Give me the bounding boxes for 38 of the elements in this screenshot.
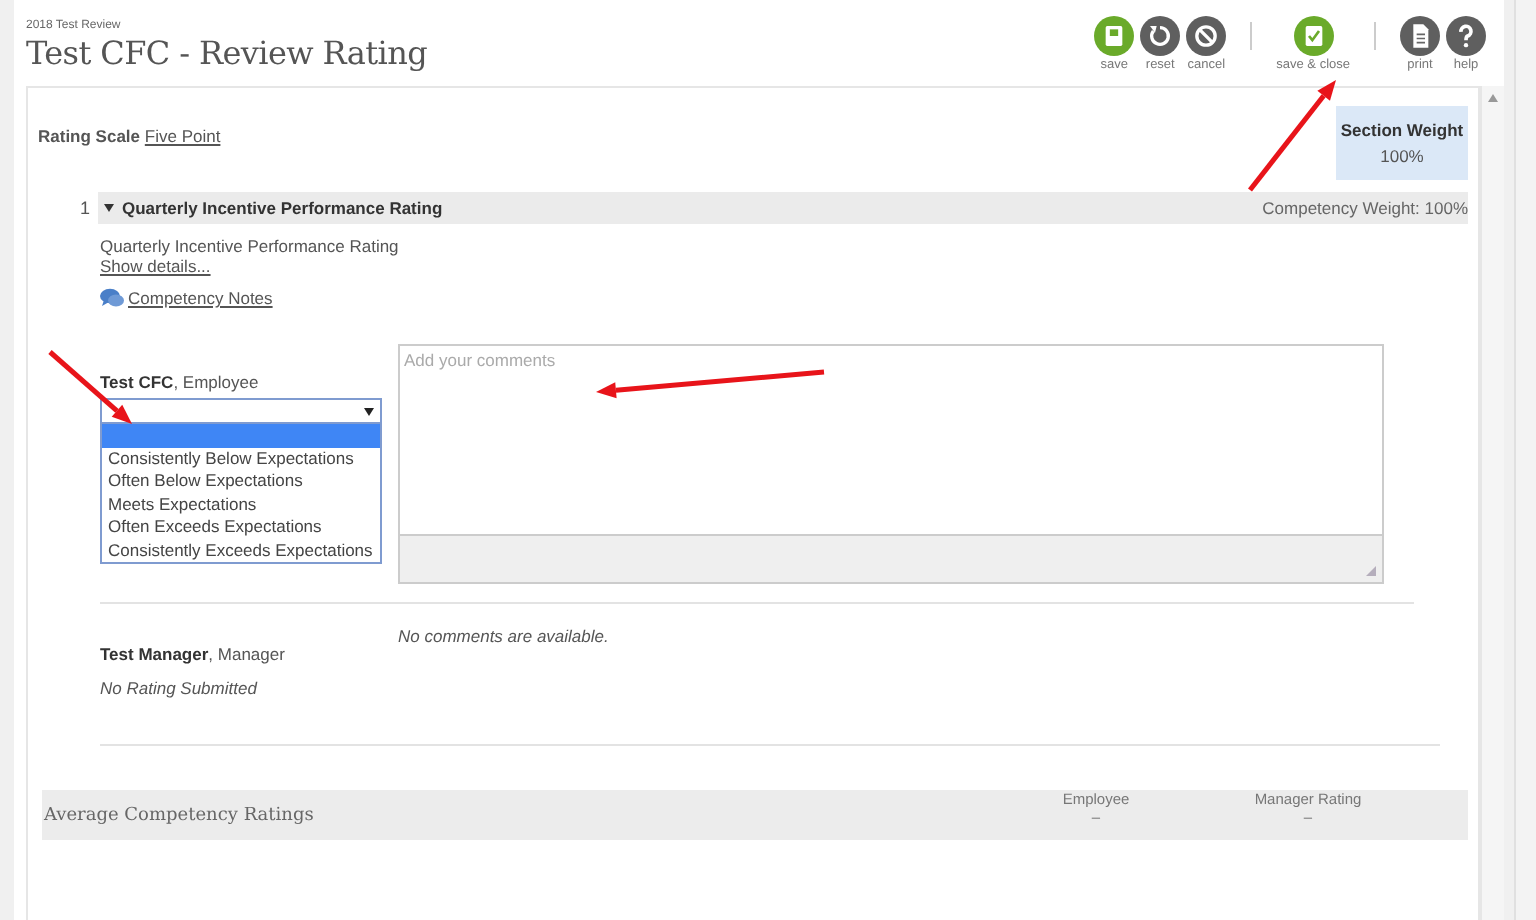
section-weight-label: Section Weight (1340, 120, 1464, 140)
page-title: Test CFC - Review Rating (26, 34, 428, 72)
dropdown-option[interactable]: Consistently Exceeds Expectations (102, 539, 380, 562)
employee-role: , Employee (173, 372, 259, 392)
scroll-up-icon[interactable] (1488, 94, 1498, 102)
rating-scale-link[interactable]: Five Point (144, 126, 221, 146)
manager-role: , Manager (208, 644, 285, 664)
annotation-arrow (48, 350, 132, 424)
chat-bubbles-icon (100, 288, 124, 308)
dropdown-option[interactable]: Meets Expectations (102, 493, 380, 516)
dropdown-option[interactable]: Consistently Below Expectations (102, 447, 380, 470)
employee-name: Test CFC (100, 372, 174, 392)
rating-dropdown[interactable] (100, 398, 382, 424)
save-icon (1094, 16, 1135, 56)
competency-notes-link[interactable]: Competency Notes (128, 288, 273, 308)
manager-name: Test Manager (100, 644, 209, 664)
rating-status: No Rating Submitted (100, 678, 257, 698)
competency-weight: Competency Weight: 100% (1262, 198, 1468, 218)
show-details-link[interactable]: Show details... (100, 256, 211, 276)
no-comments-text: No comments are available. (398, 626, 611, 650)
save-icon (1293, 16, 1334, 56)
dropdown-option[interactable]: Often Below Expectations (102, 470, 380, 493)
competency-title: Quarterly Incentive Performance Rating (122, 198, 443, 218)
rating-scale-label: Rating Scale (38, 126, 141, 146)
dropdown-caret-icon (364, 407, 374, 415)
comments-field[interactable]: Add your comments (398, 344, 1384, 534)
dropdown-option[interactable]: Often Exceeds Expectations (102, 516, 380, 539)
resize-handle-icon[interactable] (1366, 566, 1376, 576)
competency-description: Quarterly Incentive Performance Rating (100, 236, 401, 256)
caret-down-icon[interactable] (104, 204, 114, 212)
document-icon (1400, 16, 1440, 56)
help-icon (1446, 16, 1486, 56)
reset-icon (1140, 16, 1181, 56)
annotation-arrow (1248, 80, 1336, 192)
section-weight-value: 100% (1380, 146, 1424, 166)
cancel-icon (1186, 16, 1227, 56)
competency-number: 1 (77, 198, 92, 218)
average-ratings-title: Average Competency Ratings (42, 805, 314, 825)
